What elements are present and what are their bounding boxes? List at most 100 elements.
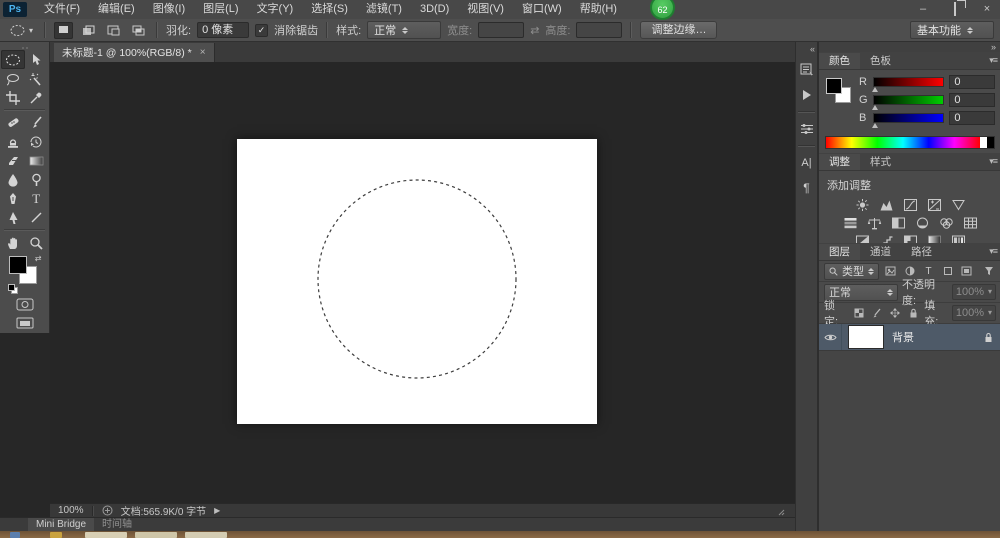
tool-type[interactable]: T [25, 189, 49, 208]
foreground-color-swatch[interactable] [826, 78, 842, 94]
expand-dock-icon[interactable]: « [810, 44, 815, 54]
tool-dodge[interactable] [25, 170, 49, 189]
menu-view[interactable]: 视图(V) [458, 0, 513, 19]
exposure-button[interactable] [925, 197, 943, 212]
layer-visibility-toggle[interactable] [819, 324, 842, 350]
spectrum-gradient[interactable] [826, 137, 980, 148]
panel-menu-icon[interactable]: ▾≡ [989, 55, 998, 66]
tab-color[interactable]: 颜色 [819, 53, 860, 69]
hue-saturation-button[interactable] [841, 215, 859, 230]
default-colors-icon[interactable] [7, 284, 18, 294]
tool-magic-wand[interactable] [25, 69, 49, 88]
tab-channels[interactable]: 通道 [860, 244, 901, 260]
layer-row-background[interactable]: 背景 [819, 324, 1000, 351]
add-to-selection-button[interactable] [79, 22, 98, 39]
taskbar-item[interactable] [10, 532, 20, 538]
subtract-from-selection-button[interactable] [104, 22, 123, 39]
menu-select[interactable]: 选择(S) [302, 0, 357, 19]
minimize-button[interactable]: – [914, 2, 932, 17]
tool-path-selection[interactable] [1, 208, 25, 227]
color-balance-button[interactable] [865, 215, 883, 230]
filter-pixel-layers-icon[interactable] [883, 264, 898, 279]
ps-logo[interactable]: Ps [3, 2, 27, 17]
tool-lasso[interactable] [1, 69, 25, 88]
tool-move[interactable] [25, 50, 49, 69]
feather-input[interactable]: 0 像素 [197, 22, 250, 38]
taskbar-item[interactable] [85, 532, 127, 538]
restore-button[interactable] [946, 1, 964, 17]
workspace-dropdown[interactable]: 基本功能 [910, 21, 994, 39]
tab-paths[interactable]: 路径 [901, 244, 942, 260]
opacity-field[interactable]: 100% ▾ [951, 284, 996, 300]
swap-dimensions-icon[interactable]: ⇄ [530, 24, 539, 37]
tool-zoom[interactable] [25, 233, 49, 252]
layers-list[interactable]: 背景 [819, 324, 1000, 538]
green-slider[interactable] [871, 95, 945, 110]
tool-eraser[interactable] [1, 151, 25, 170]
fill-field[interactable]: 100% ▾ [951, 305, 996, 321]
channel-mixer-button[interactable] [937, 215, 955, 230]
tool-pen[interactable] [1, 189, 25, 208]
tab-styles[interactable]: 样式 [860, 154, 901, 170]
lock-pixels-icon[interactable] [870, 306, 884, 321]
paragraph-panel-button[interactable]: ¶ [797, 178, 816, 197]
foreground-color-swatch[interactable] [8, 256, 27, 274]
panel-menu-icon[interactable]: ▾≡ [989, 246, 998, 257]
close-tab-icon[interactable]: × [200, 47, 206, 58]
refine-edge-button[interactable]: 调整边缘… [640, 21, 718, 39]
history-panel-button[interactable] [797, 60, 816, 79]
spectrum-black[interactable] [987, 137, 994, 148]
collapse-dock-icon[interactable]: » [991, 42, 996, 52]
menu-help[interactable]: 帮助(H) [571, 0, 626, 19]
taskbar-item[interactable] [135, 532, 177, 538]
color-spectrum-ramp[interactable] [825, 136, 995, 149]
lock-all-icon[interactable] [906, 306, 920, 321]
blue-slider[interactable] [871, 113, 945, 128]
menu-edit[interactable]: 编辑(E) [89, 0, 144, 19]
screen-mode-icon[interactable] [16, 317, 34, 329]
color-lookup-button[interactable] [961, 215, 979, 230]
tool-spot-healing-brush[interactable] [1, 113, 25, 132]
tool-gradient[interactable] [25, 151, 49, 170]
brightness-contrast-button[interactable] [853, 197, 871, 212]
actions-panel-button[interactable] [797, 85, 816, 104]
menu-type[interactable]: 文字(Y) [248, 0, 303, 19]
taskbar-item[interactable] [185, 532, 227, 538]
menu-filter[interactable]: 滤镜(T) [357, 0, 411, 19]
red-value[interactable]: 0 [949, 75, 995, 89]
intersect-selection-button[interactable] [129, 22, 148, 39]
blue-value[interactable]: 0 [949, 111, 995, 125]
taskbar-item[interactable] [50, 532, 62, 538]
quick-mask-icon[interactable] [16, 298, 34, 311]
height-input[interactable] [576, 22, 623, 38]
filter-smart-object-icon[interactable] [959, 264, 974, 279]
tool-blur[interactable] [1, 170, 25, 189]
tab-timeline[interactable]: 时间轴 [94, 518, 140, 531]
antialias-checkbox[interactable]: ✓ [255, 23, 269, 37]
curves-button[interactable] [901, 197, 919, 212]
slider-marker[interactable] [871, 105, 878, 110]
character-panel-button[interactable]: A| [797, 153, 816, 172]
tool-clone-stamp[interactable] [1, 132, 25, 151]
levels-button[interactable] [877, 197, 895, 212]
tool-crop[interactable] [1, 88, 25, 107]
tool-elliptical-marquee[interactable] [1, 50, 25, 69]
green-value[interactable]: 0 [949, 93, 995, 107]
menu-window[interactable]: 窗口(W) [513, 0, 571, 19]
width-input[interactable] [478, 22, 525, 38]
menu-3d[interactable]: 3D(D) [411, 0, 458, 19]
spectrum-white[interactable] [980, 137, 987, 148]
document-canvas[interactable] [237, 139, 597, 424]
panel-menu-icon[interactable]: ▾≡ [989, 156, 998, 167]
layer-name[interactable]: 背景 [892, 329, 984, 345]
black-white-button[interactable] [889, 215, 907, 230]
new-selection-button[interactable] [54, 21, 74, 39]
zoom-level[interactable]: 100% [58, 505, 84, 516]
tab-layers[interactable]: 图层 [819, 244, 860, 260]
layer-thumbnail[interactable] [848, 325, 884, 349]
menu-image[interactable]: 图像(I) [144, 0, 194, 19]
properties-panel-button[interactable] [797, 119, 816, 138]
status-options-arrow-icon[interactable]: ▶ [214, 506, 220, 515]
filter-toggle-icon[interactable] [981, 264, 996, 279]
tab-adjustments[interactable]: 调整 [819, 154, 860, 170]
